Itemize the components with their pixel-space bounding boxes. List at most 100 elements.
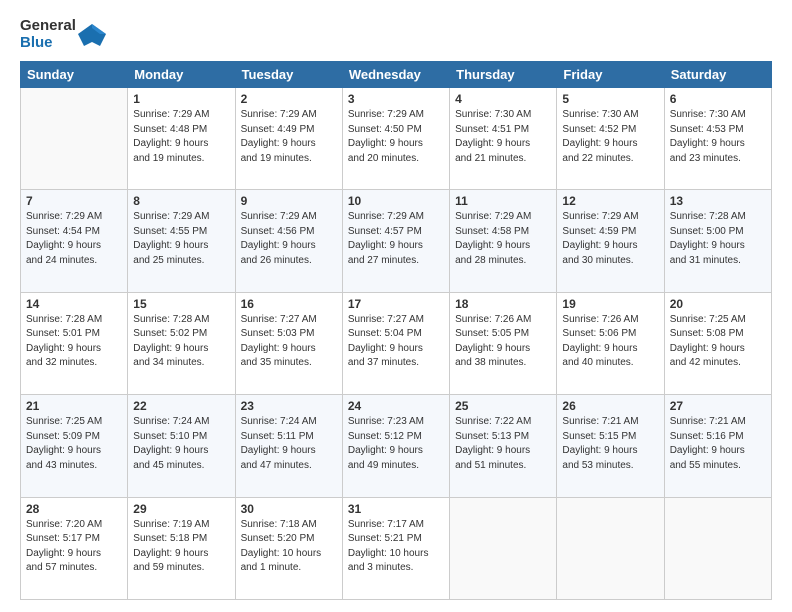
day-number: 17 xyxy=(348,297,444,311)
day-info: Sunrise: 7:20 AM Sunset: 5:17 PM Dayligh… xyxy=(26,518,122,576)
day-info: Sunrise: 7:29 AM Sunset: 4:56 PM Dayligh… xyxy=(241,210,337,268)
calendar-cell: 29Sunrise: 7:19 AM Sunset: 5:18 PM Dayli… xyxy=(128,497,235,599)
day-number: 15 xyxy=(133,297,229,311)
calendar-cell: 31 Sunrise: 7:17 AM Sunset: 5:21 PM Dayli… xyxy=(342,497,449,599)
calendar-cell: 19 Sunrise: 7:26 AM Sunset: 5:06 PM Dayli… xyxy=(557,292,664,394)
page-header: General Blue xyxy=(20,18,772,51)
day-info: Sunrise: 7:29 AM Sunset: 4:54 PM Dayligh… xyxy=(26,210,122,268)
day-number: 2 xyxy=(241,92,337,106)
calendar-cell xyxy=(21,88,128,190)
day-number: 14 xyxy=(26,297,122,311)
day-number: 28 xyxy=(26,502,122,516)
calendar-cell: 24Sunrise: 7:23 AM Sunset: 5:12 PM Dayli… xyxy=(342,395,449,497)
day-info: Sunrise: 7:25 AM Sunset: 5:09 PM Dayligh… xyxy=(26,415,122,473)
day-info: Sunrise: 7:29 AM Sunset: 4:59 PM Dayligh… xyxy=(562,210,658,268)
day-info: Sunrise: 7:24 AM Sunset: 5:10 PM Dayligh… xyxy=(133,415,229,473)
calendar-week-2: 7 Sunrise: 7:29 AM Sunset: 4:54 PM Daylig… xyxy=(21,190,772,292)
day-info: Sunrise: 7:27 AM Sunset: 5:04 PM Dayligh… xyxy=(348,313,444,371)
day-number: 27 xyxy=(670,399,766,413)
day-number: 31 xyxy=(348,502,444,516)
day-info: Sunrise: 7:29 AM Sunset: 4:55 PM Dayligh… xyxy=(133,210,229,268)
day-info: Sunrise: 7:28 AM Sunset: 5:02 PM Dayligh… xyxy=(133,313,229,371)
day-info: Sunrise: 7:25 AM Sunset: 5:08 PM Dayligh… xyxy=(670,313,766,371)
calendar-cell xyxy=(557,497,664,599)
day-number: 5 xyxy=(562,92,658,106)
calendar-cell: 1 Sunrise: 7:29 AM Sunset: 4:48 PM Daylig… xyxy=(128,88,235,190)
day-number: 11 xyxy=(455,194,551,208)
day-info: Sunrise: 7:29 AM Sunset: 4:58 PM Dayligh… xyxy=(455,210,551,268)
calendar-cell: 22 Sunrise: 7:24 AM Sunset: 5:10 PM Dayli… xyxy=(128,395,235,497)
weekday-header-monday: Monday xyxy=(128,62,235,88)
day-info: Sunrise: 7:29 AM Sunset: 4:48 PM Dayligh… xyxy=(133,108,229,166)
calendar-cell: 26Sunrise: 7:21 AM Sunset: 5:15 PM Dayli… xyxy=(557,395,664,497)
day-number: 29 xyxy=(133,502,229,516)
calendar-cell: 30 Sunrise: 7:18 AM Sunset: 5:20 PM Dayli… xyxy=(235,497,342,599)
day-number: 1 xyxy=(133,92,229,106)
calendar-cell: 9 Sunrise: 7:29 AM Sunset: 4:56 PM Daylig… xyxy=(235,190,342,292)
day-number: 24 xyxy=(348,399,444,413)
day-info: Sunrise: 7:26 AM Sunset: 5:06 PM Dayligh… xyxy=(562,313,658,371)
calendar-table: SundayMondayTuesdayWednesdayThursdayFrid… xyxy=(20,61,772,600)
day-info: Sunrise: 7:17 AM Sunset: 5:21 PM Dayligh… xyxy=(348,518,444,576)
weekday-header-friday: Friday xyxy=(557,62,664,88)
day-info: Sunrise: 7:29 AM Sunset: 4:50 PM Dayligh… xyxy=(348,108,444,166)
calendar-cell: 4Sunrise: 7:30 AM Sunset: 4:51 PM Daylig… xyxy=(450,88,557,190)
calendar-cell: 11 Sunrise: 7:29 AM Sunset: 4:58 PM Dayli… xyxy=(450,190,557,292)
calendar-cell: 6Sunrise: 7:30 AM Sunset: 4:53 PM Daylig… xyxy=(664,88,771,190)
calendar-cell: 28 Sunrise: 7:20 AM Sunset: 5:17 PM Dayli… xyxy=(21,497,128,599)
day-info: Sunrise: 7:24 AM Sunset: 5:11 PM Dayligh… xyxy=(241,415,337,473)
day-number: 23 xyxy=(241,399,337,413)
calendar-cell: 16 Sunrise: 7:27 AM Sunset: 5:03 PM Dayli… xyxy=(235,292,342,394)
calendar-cell xyxy=(450,497,557,599)
calendar-week-3: 14 Sunrise: 7:28 AM Sunset: 5:01 PM Dayli… xyxy=(21,292,772,394)
calendar-week-5: 28 Sunrise: 7:20 AM Sunset: 5:17 PM Dayli… xyxy=(21,497,772,599)
logo-icon xyxy=(78,20,108,50)
calendar-cell xyxy=(664,497,771,599)
day-number: 10 xyxy=(348,194,444,208)
calendar-week-4: 21 Sunrise: 7:25 AM Sunset: 5:09 PM Dayli… xyxy=(21,395,772,497)
day-number: 20 xyxy=(670,297,766,311)
day-info: Sunrise: 7:18 AM Sunset: 5:20 PM Dayligh… xyxy=(241,518,337,576)
calendar-cell: 27 Sunrise: 7:21 AM Sunset: 5:16 PM Dayli… xyxy=(664,395,771,497)
day-info: Sunrise: 7:29 AM Sunset: 4:57 PM Dayligh… xyxy=(348,210,444,268)
calendar-cell: 14 Sunrise: 7:28 AM Sunset: 5:01 PM Dayli… xyxy=(21,292,128,394)
calendar-cell: 21 Sunrise: 7:25 AM Sunset: 5:09 PM Dayli… xyxy=(21,395,128,497)
calendar-cell: 7 Sunrise: 7:29 AM Sunset: 4:54 PM Daylig… xyxy=(21,190,128,292)
logo-general-text: General xyxy=(20,18,76,35)
calendar-week-1: 1 Sunrise: 7:29 AM Sunset: 4:48 PM Daylig… xyxy=(21,88,772,190)
day-info: Sunrise: 7:30 AM Sunset: 4:52 PM Dayligh… xyxy=(562,108,658,166)
day-number: 30 xyxy=(241,502,337,516)
day-info: Sunrise: 7:22 AM Sunset: 5:13 PM Dayligh… xyxy=(455,415,551,473)
calendar-cell: 10 Sunrise: 7:29 AM Sunset: 4:57 PM Dayli… xyxy=(342,190,449,292)
day-number: 19 xyxy=(562,297,658,311)
day-info: Sunrise: 7:21 AM Sunset: 5:16 PM Dayligh… xyxy=(670,415,766,473)
day-info: Sunrise: 7:30 AM Sunset: 4:53 PM Dayligh… xyxy=(670,108,766,166)
calendar-cell: 25 Sunrise: 7:22 AM Sunset: 5:13 PM Dayli… xyxy=(450,395,557,497)
day-number: 4 xyxy=(455,92,551,106)
calendar-cell: 18Sunrise: 7:26 AM Sunset: 5:05 PM Dayli… xyxy=(450,292,557,394)
calendar-cell: 3Sunrise: 7:29 AM Sunset: 4:50 PM Daylig… xyxy=(342,88,449,190)
calendar-cell: 12Sunrise: 7:29 AM Sunset: 4:59 PM Dayli… xyxy=(557,190,664,292)
day-info: Sunrise: 7:28 AM Sunset: 5:01 PM Dayligh… xyxy=(26,313,122,371)
day-number: 16 xyxy=(241,297,337,311)
day-number: 9 xyxy=(241,194,337,208)
calendar-cell: 15 Sunrise: 7:28 AM Sunset: 5:02 PM Dayli… xyxy=(128,292,235,394)
weekday-header-wednesday: Wednesday xyxy=(342,62,449,88)
day-number: 7 xyxy=(26,194,122,208)
day-info: Sunrise: 7:26 AM Sunset: 5:05 PM Dayligh… xyxy=(455,313,551,371)
day-info: Sunrise: 7:27 AM Sunset: 5:03 PM Dayligh… xyxy=(241,313,337,371)
calendar-cell: 17 Sunrise: 7:27 AM Sunset: 5:04 PM Dayli… xyxy=(342,292,449,394)
logo: General Blue xyxy=(20,18,108,51)
day-number: 22 xyxy=(133,399,229,413)
calendar-cell: 13Sunrise: 7:28 AM Sunset: 5:00 PM Dayli… xyxy=(664,190,771,292)
day-number: 21 xyxy=(26,399,122,413)
weekday-header-sunday: Sunday xyxy=(21,62,128,88)
calendar-cell: 23 Sunrise: 7:24 AM Sunset: 5:11 PM Dayli… xyxy=(235,395,342,497)
day-info: Sunrise: 7:29 AM Sunset: 4:49 PM Dayligh… xyxy=(241,108,337,166)
day-number: 13 xyxy=(670,194,766,208)
calendar-cell: 20 Sunrise: 7:25 AM Sunset: 5:08 PM Dayli… xyxy=(664,292,771,394)
weekday-header-tuesday: Tuesday xyxy=(235,62,342,88)
calendar-cell: 8Sunrise: 7:29 AM Sunset: 4:55 PM Daylig… xyxy=(128,190,235,292)
day-number: 25 xyxy=(455,399,551,413)
calendar-cell: 5 Sunrise: 7:30 AM Sunset: 4:52 PM Daylig… xyxy=(557,88,664,190)
